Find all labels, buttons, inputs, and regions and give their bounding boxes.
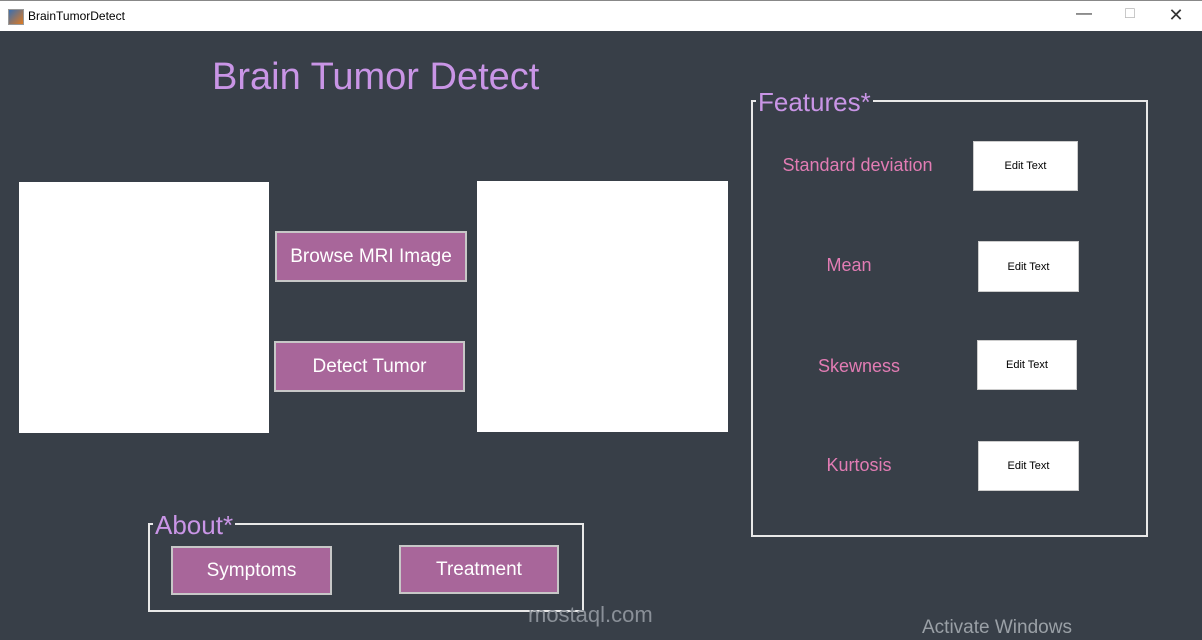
- skewness-label: Skewness: [817, 356, 901, 376]
- output-image-axes: [477, 181, 728, 432]
- detect-tumor-button[interactable]: Detect Tumor: [274, 341, 465, 392]
- input-image-axes: [19, 182, 269, 433]
- title-bar: BrainTumorDetect — □ ✕: [0, 0, 1202, 31]
- mean-field[interactable]: Edit Text: [978, 241, 1079, 292]
- about-legend: About*: [153, 510, 236, 540]
- matlab-app-icon: [8, 9, 24, 25]
- maximize-button[interactable]: □: [1110, 5, 1150, 23]
- window-title: BrainTumorDetect: [28, 9, 125, 23]
- kurtosis-field[interactable]: Edit Text: [978, 441, 1079, 491]
- features-legend: Features*: [756, 87, 873, 117]
- mostaql-watermark: mostaql.com: [528, 602, 653, 627]
- std-deviation-label: Standard deviation: [782, 155, 933, 175]
- minimize-button[interactable]: —: [1064, 5, 1104, 23]
- skewness-field[interactable]: Edit Text: [977, 340, 1077, 390]
- close-button[interactable]: ✕: [1156, 5, 1196, 26]
- treatment-button[interactable]: Treatment: [399, 545, 559, 594]
- symptoms-button[interactable]: Symptoms: [171, 546, 332, 595]
- mean-label: Mean: [826, 255, 872, 275]
- browse-mri-image-button[interactable]: Browse MRI Image: [275, 231, 467, 282]
- page-title: Brain Tumor Detect: [212, 56, 540, 98]
- std-deviation-field[interactable]: Edit Text: [973, 141, 1078, 191]
- kurtosis-label: Kurtosis: [826, 455, 892, 475]
- activate-windows-watermark: Activate Windows: [922, 617, 1072, 638]
